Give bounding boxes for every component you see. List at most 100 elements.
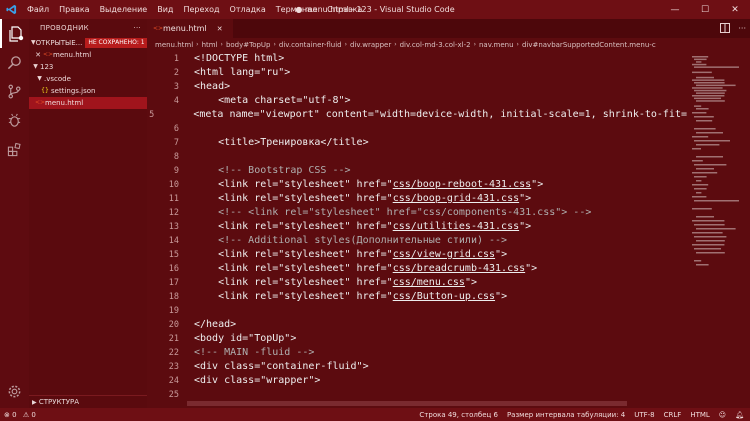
href-link[interactable]: css/menu.css [393, 277, 465, 288]
chevron-right-icon: ▶ [32, 399, 37, 406]
minimap-line [692, 79, 725, 81]
folder-section[interactable]: ▼ 123 [29, 61, 147, 73]
minimap-line [696, 61, 702, 63]
extensions-icon[interactable] [0, 135, 29, 164]
cursor-position[interactable]: Строка 49, столбец 6 [419, 411, 498, 419]
tab-menu-html[interactable]: <> menu.html ✕ [147, 19, 233, 38]
more-actions-icon[interactable]: ··· [738, 24, 746, 33]
line-number: 3 [173, 82, 179, 92]
minimap-line [696, 240, 725, 242]
editor-area: <> menu.html ✕ ··· menu.html › html › body#T… [147, 19, 750, 408]
indentation[interactable]: Размер интервала табуляции: 4 [507, 411, 625, 419]
split-editor-icon[interactable] [720, 22, 731, 35]
open-editor-item[interactable]: ✕ <> menu.html [29, 49, 147, 61]
warning-count: 0 [31, 410, 36, 419]
line-ending[interactable]: CRLF [664, 411, 682, 419]
breadcrumb-item[interactable]: body#TopUp [226, 38, 271, 52]
notifications-icon[interactable]: 🔔︎ [735, 411, 744, 419]
href-link[interactable]: css/breadcrumb-431.css [393, 263, 525, 274]
href-link[interactable]: css/boop-grid-431.css [393, 193, 519, 204]
menu-item[interactable]: Терминал [271, 0, 322, 19]
code-fragment: <link rel="stylesheet" href=" [194, 291, 393, 302]
href-link[interactable]: css/view-grid.css [393, 249, 495, 260]
code-fragment: "> [495, 249, 508, 260]
chevron-right-icon: › [394, 41, 397, 48]
feedback-icon[interactable]: ☺ [719, 411, 726, 419]
href-link[interactable]: css/utilities-431.css [393, 221, 519, 232]
code-line: 5 <meta name="viewport" content="width=d… [147, 108, 687, 122]
code-fragment: "> [519, 193, 532, 204]
href-link[interactable]: css/boop-reboot-431.css [393, 179, 531, 190]
encoding[interactable]: UTF-8 [634, 411, 654, 419]
tree-file-label: menu.html [45, 99, 84, 107]
code-fragment: <link rel="stylesheet" href=" [194, 221, 393, 232]
errors-indicator[interactable]: ⊗ 0 ⚠ 0 [4, 411, 36, 419]
tree-file-settings[interactable]: {} settings.json [29, 85, 147, 97]
line-text: <meta name="viewport" content="width=dev… [169, 109, 687, 120]
code-line: 13 <link rel="stylesheet" href="css/util… [147, 220, 687, 234]
code-line: 2 <html lang="ru"> [147, 66, 687, 80]
breadcrumb-item[interactable]: menu.html [155, 38, 193, 52]
menu-item[interactable]: Выделение [95, 0, 153, 19]
minimap-line [694, 260, 702, 262]
minimap-line [694, 66, 739, 68]
breadcrumb-item[interactable]: html [202, 38, 218, 52]
line-text: <body id="TopUp"> [194, 333, 297, 344]
menu-item[interactable]: Справка [322, 0, 367, 19]
code-editor[interactable]: 1 <!DOCTYPE html> 2 <html lang="ru"> 3 <head>… [147, 52, 687, 408]
line-text: <link rel="stylesheet" href="css/menu.cs… [179, 276, 477, 290]
minimap-line [694, 224, 725, 226]
breadcrumb-item[interactable]: div.wrapper [350, 38, 391, 52]
line-text [179, 122, 194, 136]
outline-section[interactable]: ▶ СТРУКТУРА [29, 395, 147, 408]
close-icon[interactable]: ✕ [215, 25, 225, 33]
horizontal-scrollbar[interactable] [187, 401, 627, 406]
search-icon[interactable] [0, 48, 29, 77]
line-number: 9 [173, 166, 179, 176]
maximize-button[interactable]: ☐ [690, 0, 720, 19]
minimap-line [696, 252, 725, 254]
breadcrumb-item[interactable]: div.container-fluid [279, 38, 342, 52]
minimap-line [696, 100, 725, 102]
minimap[interactable] [688, 52, 750, 408]
close-icon[interactable]: ✕ [33, 49, 43, 61]
explorer-icon[interactable] [0, 19, 29, 48]
minimap-line [694, 188, 707, 190]
gear-icon[interactable] [0, 377, 29, 406]
minimap-line [692, 184, 709, 186]
html-file-icon: <> [43, 51, 54, 58]
open-editors-section[interactable]: ▼ ОТКРЫТЫЕ... НЕ СОХРАНЕНО: 1 [29, 37, 147, 49]
line-text: <div class="wrapper"> [194, 375, 321, 386]
menu-item[interactable]: Отладка [225, 0, 271, 19]
code-fragment: <link rel="stylesheet" href=" [194, 249, 393, 260]
minimap-line [696, 92, 725, 94]
minimap-line [694, 248, 721, 250]
source-control-icon[interactable] [0, 77, 29, 106]
breadcrumb-item[interactable]: div#navbarSupportedContent.menu-c [522, 38, 656, 52]
line-number: 17 [168, 278, 179, 288]
language-mode[interactable]: HTML [690, 411, 709, 419]
code-line: 4 <meta charset="utf-8"> [147, 94, 687, 108]
line-text: <link rel="stylesheet" href="css/boop-gr… [179, 192, 531, 206]
more-actions-icon[interactable]: ··· [133, 19, 141, 37]
menu-item[interactable]: Файл [22, 0, 54, 19]
menu-item[interactable]: Вид [152, 0, 178, 19]
chevron-down-icon: ▼ [33, 63, 38, 70]
line-text: <link rel="stylesheet" href="css/boop-re… [179, 178, 543, 192]
minimap-line [694, 97, 721, 100]
tree-file-menu-html[interactable]: <> menu.html [29, 97, 147, 109]
code-line: 8 [147, 150, 687, 164]
line-text: <!DOCTYPE html> [194, 53, 285, 64]
minimap-line [692, 63, 707, 66]
minimap-line [696, 84, 736, 87]
tree-folder-vscode[interactable]: ▼ .vscode [29, 73, 147, 85]
menu-item[interactable]: Правка [54, 0, 94, 19]
debug-icon[interactable] [0, 106, 29, 135]
breadcrumb-item[interactable]: nav.menu [479, 38, 514, 52]
href-link[interactable]: css/Button-up.css [393, 291, 495, 302]
minimize-button[interactable]: — [660, 0, 690, 19]
close-window-button[interactable]: ✕ [720, 0, 750, 19]
breadcrumb-item[interactable]: div.col-md-3.col-xl-2 [400, 38, 471, 52]
editor-tabs: <> menu.html ✕ ··· [147, 19, 750, 38]
menu-item[interactable]: Переход [178, 0, 224, 19]
